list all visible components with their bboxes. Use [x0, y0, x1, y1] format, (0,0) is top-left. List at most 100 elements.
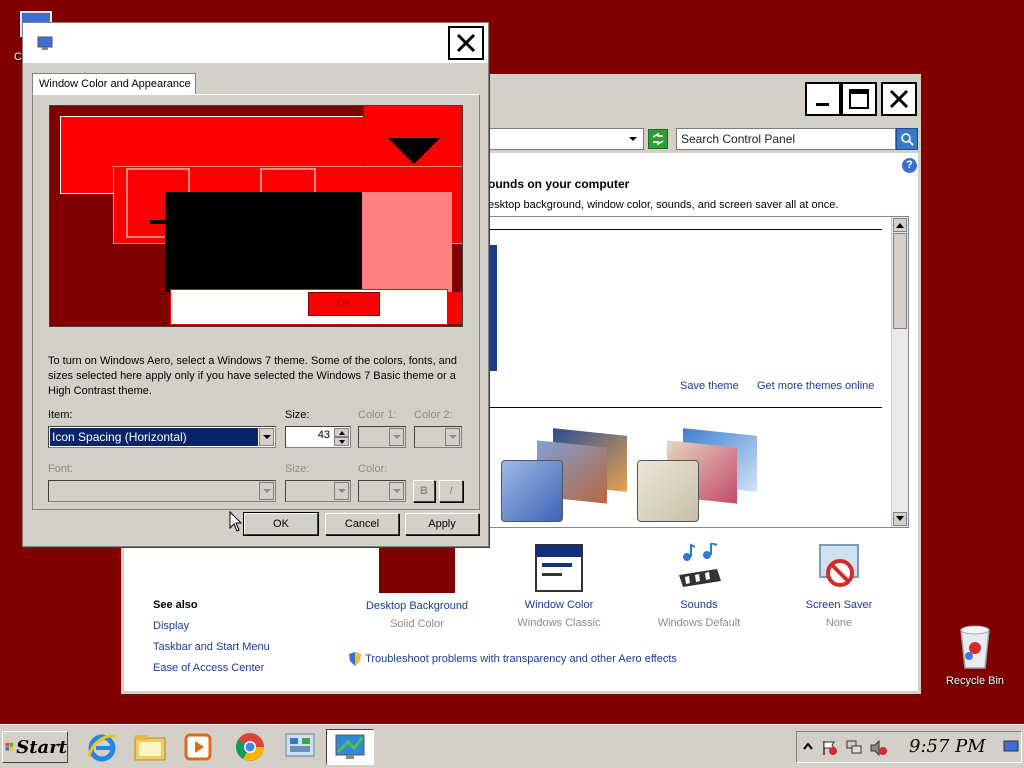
- theme-card-front: [637, 460, 699, 522]
- theme-preview-blue[interactable]: [489, 245, 497, 371]
- font-select[interactable]: [48, 480, 276, 502]
- taskbar-internet-explorer[interactable]: [80, 729, 124, 765]
- screen-saver-sub: None: [825, 617, 853, 629]
- folder-icon: [134, 735, 166, 761]
- bold-button[interactable]: B: [413, 480, 435, 502]
- recycle-bin-desktop-icon[interactable]: Recycle Bin: [940, 622, 1010, 694]
- font-size-select[interactable]: [285, 480, 351, 502]
- see-also-display-link[interactable]: Display: [153, 620, 189, 632]
- ok-button[interactable]: OK: [243, 512, 319, 536]
- color2-arrow[interactable]: [445, 428, 460, 446]
- personalization-icon: [335, 734, 365, 759]
- color2-label: Color 2:: [414, 409, 453, 421]
- preview-ok-button: OK: [308, 292, 380, 316]
- dialog-close-button[interactable]: [448, 26, 484, 60]
- minimize-icon: [816, 103, 829, 106]
- aero-description: To turn on Windows Aero, select a Window…: [48, 355, 458, 397]
- clock[interactable]: 9:57 PM: [909, 736, 986, 757]
- preview-message-box: [165, 192, 365, 292]
- refresh-button[interactable]: [648, 129, 668, 149]
- taskbar-chrome[interactable]: [228, 729, 272, 765]
- theme-list-scrollbar[interactable]: [891, 217, 908, 527]
- window-color-sub: Windows Classic: [517, 617, 601, 629]
- italic-button[interactable]: I: [439, 480, 463, 502]
- item-select-arrow[interactable]: [259, 428, 274, 446]
- troubleshoot-row[interactable]: Troubleshoot problems with transparency …: [348, 651, 677, 667]
- window-color-label: Window Color: [524, 599, 594, 611]
- color1-select[interactable]: [358, 426, 406, 448]
- media-player-icon: [184, 733, 212, 761]
- tab-panel: OK To turn on Windows Aero, select a Win…: [32, 94, 480, 510]
- desktop-background-sub: Solid Color: [390, 618, 444, 630]
- item-selected-value: Icon Spacing (Horizontal): [49, 427, 259, 447]
- cancel-button[interactable]: Cancel: [325, 513, 399, 535]
- get-more-themes-link[interactable]: Get more themes online: [757, 380, 874, 392]
- save-theme-link[interactable]: Save theme: [680, 380, 739, 392]
- font-select-arrow[interactable]: [259, 482, 274, 500]
- item-select[interactable]: Icon Spacing (Horizontal): [48, 426, 276, 448]
- see-also-taskbar-link[interactable]: Taskbar and Start Menu: [153, 641, 270, 653]
- start-label: Start: [16, 736, 67, 758]
- show-desktop-icon[interactable]: [1003, 740, 1019, 754]
- sounds-item[interactable]: Sounds Windows Default: [642, 541, 756, 629]
- theme-list[interactable]: Save theme Get more themes online: [488, 216, 909, 528]
- troubleshoot-link: Troubleshoot problems with transparency …: [365, 653, 677, 665]
- theme-item-windows-basic[interactable]: [501, 428, 627, 522]
- address-dropdown-icon[interactable]: [629, 137, 637, 141]
- preview-scroll-red: [448, 292, 462, 324]
- minimize-button[interactable]: [805, 82, 841, 116]
- show-hidden-icons-icon[interactable]: [803, 742, 813, 752]
- scroll-down-button[interactable]: [893, 512, 907, 526]
- taskbar-personalization-active[interactable]: [326, 729, 374, 765]
- tab-window-color-and-appearance[interactable]: Window Color and Appearance: [32, 73, 196, 95]
- scroll-up-button[interactable]: [893, 218, 907, 232]
- font-color-arrow[interactable]: [389, 482, 404, 500]
- close-icon: [456, 33, 476, 53]
- recycle-bin-icon: [960, 625, 990, 669]
- theme-item-high-contrast[interactable]: [637, 428, 757, 522]
- size-label: Size:: [285, 409, 310, 421]
- size-spinner[interactable]: 43: [285, 426, 351, 448]
- desktop-background-item[interactable]: Desktop Background Solid Color: [360, 543, 474, 630]
- appearance-preview: OK: [49, 105, 463, 327]
- network-icon[interactable]: [845, 739, 863, 757]
- volume-muted-icon[interactable]: [869, 739, 889, 757]
- spin-down-icon: [338, 439, 345, 444]
- screen-saver-item[interactable]: Screen Saver None: [782, 543, 896, 629]
- chrome-icon: [236, 733, 264, 761]
- font-size-arrow[interactable]: [334, 482, 349, 500]
- chevron-down-icon: [262, 435, 271, 439]
- size-spin-down[interactable]: [334, 437, 349, 446]
- size-spin-up[interactable]: [334, 428, 349, 437]
- desktop-background-label: Desktop Background: [365, 600, 469, 612]
- action-center-flag-icon[interactable]: [821, 739, 839, 757]
- refresh-icon: [652, 132, 664, 146]
- close-icon: [889, 89, 909, 109]
- size-value: 43: [317, 429, 330, 441]
- color1-label: Color 1:: [358, 409, 397, 421]
- search-input[interactable]: Search Control Panel: [676, 128, 896, 150]
- search-button[interactable]: [896, 128, 918, 150]
- sounds-sub: Windows Default: [657, 617, 741, 629]
- theme-list-divider-2: [489, 407, 882, 408]
- taskbar-file-explorer[interactable]: [128, 729, 172, 765]
- maximize-button[interactable]: [841, 82, 877, 116]
- chevron-down-icon: [448, 435, 457, 439]
- color2-select[interactable]: [414, 426, 462, 448]
- window-color-item[interactable]: Window Color Windows Classic: [502, 543, 616, 629]
- start-button[interactable]: Start: [2, 731, 68, 763]
- taskbar: Start 9:57 PM: [0, 724, 1024, 768]
- scroll-up-icon: [896, 223, 904, 228]
- see-also-ease-of-access-link[interactable]: Ease of Access Center: [153, 662, 264, 674]
- font-color-select[interactable]: [358, 480, 406, 502]
- screen-saver-icon: [819, 544, 859, 587]
- taskbar-control-panel[interactable]: [278, 729, 322, 765]
- apply-button[interactable]: Apply: [405, 513, 479, 535]
- close-button[interactable]: [881, 82, 917, 116]
- theme-card-front: [501, 460, 563, 522]
- taskbar-media-player[interactable]: [176, 729, 220, 765]
- desktop-background-swatch: [379, 543, 455, 593]
- scroll-thumb[interactable]: [893, 233, 907, 329]
- help-icon[interactable]: ?: [902, 158, 917, 173]
- color1-arrow[interactable]: [389, 428, 404, 446]
